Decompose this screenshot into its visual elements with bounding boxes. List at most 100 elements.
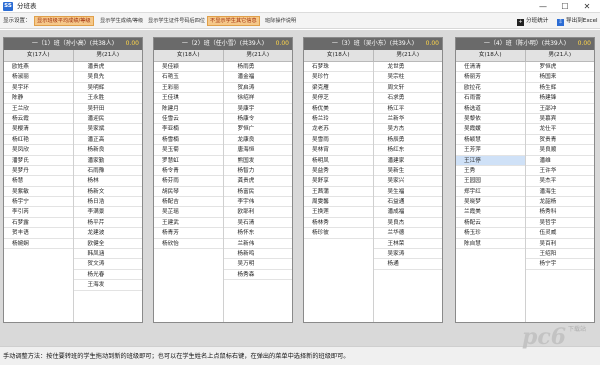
student-name-girl[interactable]: 吴林宵 (304, 145, 373, 156)
student-name-boy[interactable]: 龚贵虎 (223, 176, 292, 187)
student-name-girl[interactable]: 杨令青 (154, 166, 223, 177)
student-name-girl[interactable]: 杨红艳 (4, 135, 73, 146)
student-name-boy[interactable]: 罗恒虎 (525, 62, 594, 73)
student-name-boy[interactable]: 杨新良 (73, 145, 142, 156)
student-name-boy[interactable]: 龙仕平 (525, 124, 594, 135)
student-name-boy[interactable]: 杨通 (373, 259, 442, 270)
student-name-boy[interactable]: 潘贵虎 (73, 62, 142, 73)
student-name-girl[interactable]: 吴佳颖 (154, 62, 223, 73)
student-name-boy[interactable]: 唐海恒 (223, 145, 292, 156)
student-name-girl[interactable]: 石梦珠 (304, 62, 373, 73)
student-name-boy[interactable]: 吴家兴 (373, 176, 442, 187)
student-name-boy[interactable]: 王邵冲 (525, 104, 594, 114)
student-name-boy[interactable]: 潘维 (525, 156, 594, 166)
student-name-girl[interactable]: 王彩丽 (154, 83, 223, 94)
student-name-boy[interactable]: 吴方杰 (373, 124, 442, 135)
maximize-button[interactable]: ☐ (554, 0, 576, 13)
student-name-girl[interactable]: 吴停芝 (304, 93, 373, 104)
student-name-boy[interactable]: 杨雨勇 (223, 62, 292, 73)
class-operation-help-button[interactable]: 班际操作说明 (263, 16, 298, 26)
student-name-boy[interactable]: 杨智力 (223, 166, 292, 177)
student-name-boy[interactable]: 吴轩田 (73, 104, 142, 114)
student-name-girl[interactable]: 王建武 (154, 218, 223, 229)
show-student-scores-toggle[interactable]: 显示学生成绩/等级 (98, 16, 145, 26)
student-name-girl[interactable]: 吴黎依 (456, 114, 525, 125)
student-name-girl[interactable]: 杨婉娴 (4, 239, 73, 250)
student-name-boy[interactable]: 贺贵青 (525, 135, 594, 146)
student-name-girl[interactable]: 欧姓燕 (4, 62, 73, 73)
student-name-boy[interactable]: 吴家斌 (73, 124, 142, 135)
student-name-boy[interactable]: 石雨豫 (73, 166, 142, 177)
student-name-boy[interactable]: 吴杰平 (525, 176, 594, 187)
student-name-boy[interactable]: 周文轩 (373, 83, 442, 94)
student-name-boy[interactable]: 吴哲宇 (525, 218, 594, 229)
student-name-girl[interactable]: 杨玉珍 (456, 228, 525, 239)
student-name-boy[interactable]: 兰新华 (373, 114, 442, 125)
student-name-boy[interactable]: 吴良顺 (525, 145, 594, 156)
student-name-girl[interactable]: 胡民琴 (154, 187, 223, 198)
student-name-boy[interactable]: 杨新鸣 (223, 249, 292, 260)
student-name-boy[interactable]: 熊国发 (223, 156, 292, 166)
student-name-girl[interactable]: 吴凤欣 (4, 145, 73, 156)
close-button[interactable]: ✕ (576, 0, 598, 13)
student-name-girl[interactable]: 王换莲 (304, 207, 373, 218)
student-name-girl[interactable]: 杨云霞 (4, 114, 73, 125)
student-name-boy[interactable]: 伍灵威 (525, 228, 594, 239)
student-name-girl[interactable]: 吴梦丹 (4, 166, 73, 177)
student-name-boy[interactable]: 吴良杰 (373, 218, 442, 229)
student-name-boy[interactable]: 吴万明 (223, 259, 292, 270)
student-name-boy[interactable]: 龙建波 (73, 228, 142, 239)
student-name-girl[interactable]: 吴益秀 (304, 166, 373, 177)
student-name-girl[interactable]: 杨雪楠 (154, 135, 223, 146)
show-id-last-four-toggle[interactable]: 显示学生证件号码后四位 (146, 16, 207, 26)
student-name-girl[interactable]: 石艳玉 (154, 72, 223, 83)
student-name-girl[interactable]: 杨颖慧 (456, 135, 525, 146)
student-name-boy[interactable]: 杨新文 (73, 187, 142, 198)
student-name-girl[interactable]: 吴霞媛 (456, 124, 525, 135)
student-name-boy[interactable]: 杨建锋 (525, 93, 594, 104)
student-name-girl[interactable]: 吴樱清 (4, 124, 73, 135)
student-name-girl[interactable]: 杨选道 (456, 104, 525, 114)
student-name-girl[interactable]: 李亚楠 (154, 124, 223, 135)
student-name-girl[interactable]: 杨配云 (456, 218, 525, 229)
student-name-girl[interactable]: 吴雪雨 (304, 135, 373, 146)
student-name-girl[interactable]: 吴晓梦 (456, 197, 525, 208)
student-name-girl[interactable]: 吴芷瑶 (154, 207, 223, 218)
export-excel-button[interactable]: ⇩ 导出到Excel (557, 15, 598, 27)
student-name-boy[interactable]: 杨红东 (373, 145, 442, 156)
student-name-boy[interactable]: 王永胜 (73, 93, 142, 104)
student-name-girl[interactable]: 王园园 (456, 176, 525, 187)
student-name-boy[interactable]: 王海发 (73, 280, 142, 291)
student-name-girl[interactable]: 吴玉菊 (154, 145, 223, 156)
student-name-boy[interactable]: 贺文涛 (73, 259, 142, 270)
student-name-boy[interactable]: 杨康令 (223, 114, 292, 125)
student-name-boy[interactable]: 杨富民 (223, 187, 292, 198)
student-name-girl[interactable]: 吴珍竹 (304, 72, 373, 83)
student-name-boy[interactable]: 龙康良 (223, 135, 292, 146)
student-name-girl[interactable]: 杨青芳 (154, 228, 223, 239)
class-stats-button[interactable]: + 分班统计 (517, 15, 548, 27)
student-name-boy[interactable]: 杨国来 (525, 72, 594, 83)
student-name-boy[interactable]: 王绍阳 (525, 249, 594, 260)
student-name-girl[interactable]: 杨宇宁 (4, 197, 73, 208)
student-name-boy[interactable]: 吴生福 (373, 187, 442, 198)
student-name-boy[interactable]: 兰新伟 (223, 239, 292, 250)
student-name-boy[interactable]: 潘家勤 (73, 156, 142, 166)
student-name-girl[interactable]: 吴舒享 (304, 176, 373, 187)
student-name-boy[interactable]: 石求勇 (373, 93, 442, 104)
student-name-girl[interactable]: 杨欣怡 (154, 239, 223, 250)
student-name-girl[interactable]: 任清清 (456, 62, 525, 73)
student-name-boy[interactable]: 王林荣 (373, 239, 442, 250)
student-name-boy[interactable]: 杨秀科 (525, 207, 594, 218)
student-name-girl[interactable]: 王茜蒲 (304, 187, 373, 198)
student-name-boy[interactable]: 兰华德 (373, 228, 442, 239)
student-name-girl[interactable]: 杨明凤 (304, 156, 373, 166)
student-name-girl[interactable]: 王江停 (456, 155, 525, 166)
student-name-girl[interactable]: 周雯馨 (304, 197, 373, 208)
minimize-button[interactable]: — (532, 0, 554, 13)
student-name-boy[interactable]: 吴百利 (525, 239, 594, 250)
student-name-girl[interactable]: 杨淑丽 (4, 72, 73, 83)
student-name-girl[interactable]: 王兰欣 (4, 104, 73, 114)
student-name-girl[interactable]: 杨珍彼 (304, 228, 373, 239)
student-name-girl[interactable]: 陈建月 (154, 104, 223, 114)
